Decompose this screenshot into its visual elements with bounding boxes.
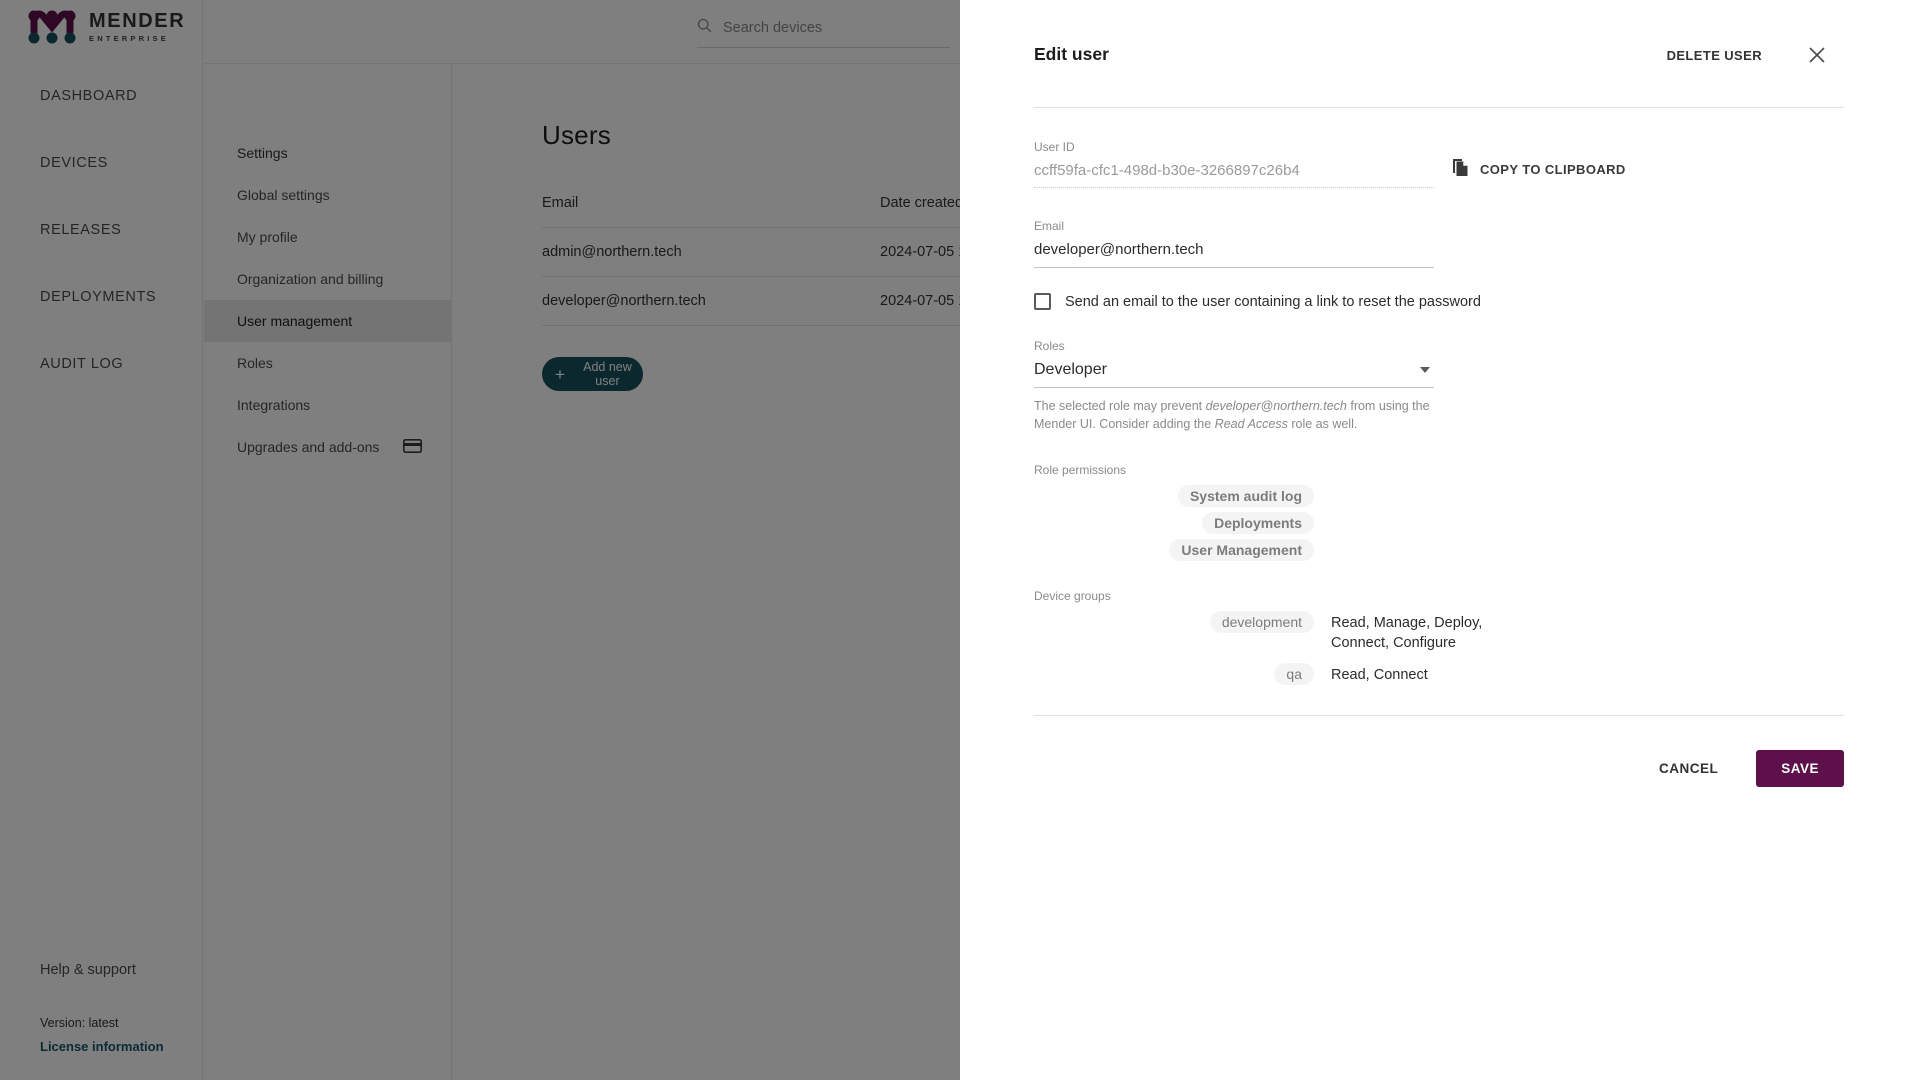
device-group-item: qa Read, Connect: [1034, 663, 1844, 686]
device-groups-label: Device groups: [1034, 589, 1111, 604]
divider-bottom: [1034, 715, 1844, 716]
device-group-item: development Read, Manage, Deploy, Connec…: [1034, 611, 1844, 653]
role-permission-item: User Management: [1034, 539, 1844, 562]
device-groups-list: development Read, Manage, Deploy, Connec…: [1034, 611, 1844, 686]
device-group-permissions: Read, Connect: [1331, 667, 1428, 684]
roles-help-email: developer@northern.tech: [1205, 399, 1347, 413]
dialog-body: User ID ccff59fa-cfc1-498d-b30e-3266897c…: [1034, 140, 1844, 696]
user-id-underline: [1034, 187, 1434, 188]
close-icon[interactable]: [1806, 44, 1828, 66]
reset-password-checkbox[interactable]: [1034, 293, 1051, 310]
user-id-value: ccff59fa-cfc1-498d-b30e-3266897c26b4: [1034, 162, 1300, 179]
role-permissions-section: Role permissions System audit log Deploy…: [1034, 463, 1844, 562]
user-id-field: User ID ccff59fa-cfc1-498d-b30e-3266897c…: [1034, 140, 1434, 188]
copy-icon: [1452, 158, 1469, 180]
copy-to-clipboard-label: COPY TO CLIPBOARD: [1480, 161, 1626, 177]
edit-user-dialog: Edit user DELETE USER User ID ccff59fa-c…: [960, 0, 1920, 1080]
dialog-footer: CANCEL SAVE: [1034, 750, 1844, 787]
user-id-label: User ID: [1034, 140, 1075, 154]
email-value: developer@northern.tech: [1034, 241, 1204, 258]
role-permission-name: User Management: [1169, 539, 1314, 562]
device-group-name: qa: [1274, 663, 1314, 686]
role-permission-item: Deployments: [1034, 512, 1844, 535]
roles-help-role: Read Access: [1214, 417, 1288, 432]
roles-underline: [1034, 387, 1434, 388]
email-underline: [1034, 267, 1434, 268]
divider-top: [1034, 107, 1844, 108]
reset-password-label: Send an email to the user containing a l…: [1065, 293, 1481, 310]
screen: MENDER ENTERPRISE DASHBOARD DEVICES RELE…: [0, 0, 1920, 1080]
role-permissions-list: System audit log Deployments User Manage…: [1034, 485, 1844, 562]
device-group-name: development: [1209, 611, 1314, 634]
dialog-title: Edit user: [1034, 44, 1109, 64]
roles-field: Roles Developer The selected role may pr…: [1034, 339, 1434, 433]
role-permission-name: System audit log: [1177, 485, 1314, 508]
reset-password-checkbox-row[interactable]: Send an email to the user containing a l…: [1034, 293, 1844, 310]
user-id-row: User ID ccff59fa-cfc1-498d-b30e-3266897c…: [1034, 140, 1844, 188]
email-label: Email: [1034, 219, 1065, 233]
dialog-header-actions: DELETE USER: [1667, 44, 1828, 66]
email-field[interactable]: Email developer@northern.tech: [1034, 219, 1434, 268]
save-button[interactable]: SAVE: [1756, 750, 1844, 787]
roles-label: Roles: [1034, 339, 1065, 353]
roles-help-prefix: The selected role may prevent: [1034, 399, 1206, 413]
role-permission-item: System audit log: [1034, 485, 1844, 508]
role-permissions-label: Role permissions: [1034, 463, 1127, 478]
copy-to-clipboard-button[interactable]: COPY TO CLIPBOARD: [1452, 158, 1626, 180]
device-groups-section: Device groups development Read, Manage, …: [1034, 589, 1844, 686]
roles-select[interactable]: Developer: [1034, 361, 1434, 387]
delete-user-button[interactable]: DELETE USER: [1667, 48, 1762, 63]
role-permission-name: Deployments: [1202, 512, 1314, 535]
cancel-button[interactable]: CANCEL: [1641, 751, 1736, 786]
chevron-down-icon: [1420, 367, 1430, 373]
modal-scrim[interactable]: [0, 0, 960, 1080]
roles-selected-value: Developer: [1034, 361, 1107, 378]
roles-help-suffix: role as well.: [1287, 417, 1358, 432]
roles-helper-text: The selected role may prevent developer@…: [1034, 397, 1454, 433]
device-group-permissions: Read, Manage, Deploy, Connect, Configure: [1331, 615, 1483, 651]
